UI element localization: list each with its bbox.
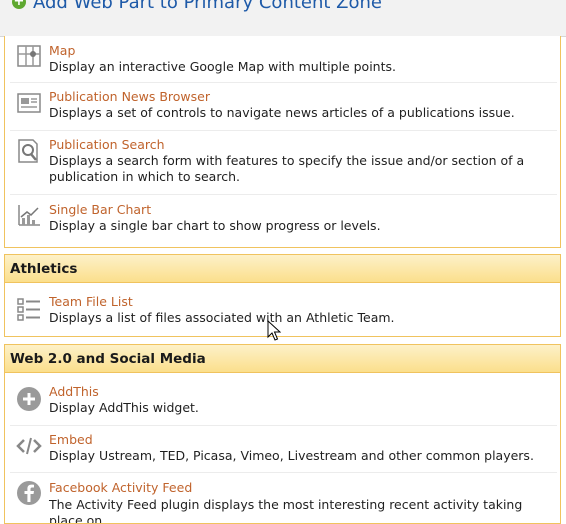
- dialog-header: + Add Web Part to Primary Content Zone: [0, 0, 566, 37]
- webpart-title-publication-news-browser[interactable]: Publication News Browser: [49, 89, 210, 104]
- webpart-desc-embed: Display Ustream, TED, Picasa, Vimeo, Liv…: [49, 448, 534, 463]
- webpart-title-map[interactable]: Map: [49, 43, 75, 58]
- webpart-item-addthis[interactable]: AddThis Display AddThis widget.: [10, 379, 557, 423]
- webpart-item-map[interactable]: Map Display an interactive Google Map wi…: [10, 36, 557, 80]
- news-browser-icon: [15, 89, 43, 117]
- category-panel-athletics: Athletics Team File List Displays a list…: [4, 254, 561, 337]
- plus-circle-icon: [15, 385, 43, 413]
- webpart-desc-publication-search: Displays a search form with features to …: [49, 153, 525, 184]
- webpart-desc-publication-news-browser: Displays a set of controls to navigate n…: [49, 105, 515, 120]
- category-heading-web20: Web 2.0 and Social Media: [5, 345, 560, 373]
- webpart-item-publication-search[interactable]: Publication Search Displays a search for…: [10, 130, 557, 190]
- webpart-desc-team-file-list: Displays a list of files associated with…: [49, 310, 395, 325]
- list-icon: [15, 295, 43, 323]
- webpart-desc-single-bar-chart: Display a single bar chart to show progr…: [49, 218, 381, 233]
- webpart-title-facebook-activity-feed[interactable]: Facebook Activity Feed: [49, 480, 192, 495]
- webpart-desc-map: Display an interactive Google Map with m…: [49, 59, 396, 74]
- publication-search-icon: [15, 137, 43, 165]
- webpart-item-publication-news-browser[interactable]: Publication News Browser Displays a set …: [10, 82, 557, 126]
- webpart-desc-facebook-activity-feed: The Activity Feed plugin displays the mo…: [49, 497, 523, 524]
- webpart-title-team-file-list[interactable]: Team File List: [49, 294, 133, 309]
- category-panel-web20: Web 2.0 and Social Media AddThis Display…: [4, 344, 561, 524]
- map-icon: [15, 42, 43, 70]
- webpart-item-embed[interactable]: Embed Display Ustream, TED, Picasa, Vime…: [10, 425, 557, 469]
- webpart-item-single-bar-chart[interactable]: Single Bar Chart Display a single bar ch…: [10, 194, 557, 238]
- webpart-desc-addthis: Display AddThis widget.: [49, 400, 199, 415]
- webpart-item-facebook-activity-feed[interactable]: Facebook Activity Feed The Activity Feed…: [10, 472, 557, 523]
- bar-chart-icon: [15, 201, 43, 229]
- webpart-title-embed[interactable]: Embed: [49, 432, 93, 447]
- code-icon: [15, 432, 43, 460]
- dialog-title: Add Web Part to Primary Content Zone: [33, 0, 382, 13]
- category-heading-athletics: Athletics: [5, 255, 560, 283]
- webpart-title-publication-search[interactable]: Publication Search: [49, 137, 165, 152]
- webpart-title-single-bar-chart[interactable]: Single Bar Chart: [49, 202, 151, 217]
- category-panel-general: Map Display an interactive Google Map wi…: [4, 36, 561, 248]
- mouse-cursor-icon: [267, 320, 281, 341]
- add-icon: +: [12, 0, 26, 9]
- webpart-title-addthis[interactable]: AddThis: [49, 384, 99, 399]
- facebook-icon: [15, 479, 43, 507]
- webpart-item-team-file-list[interactable]: Team File List Displays a list of files …: [10, 289, 557, 333]
